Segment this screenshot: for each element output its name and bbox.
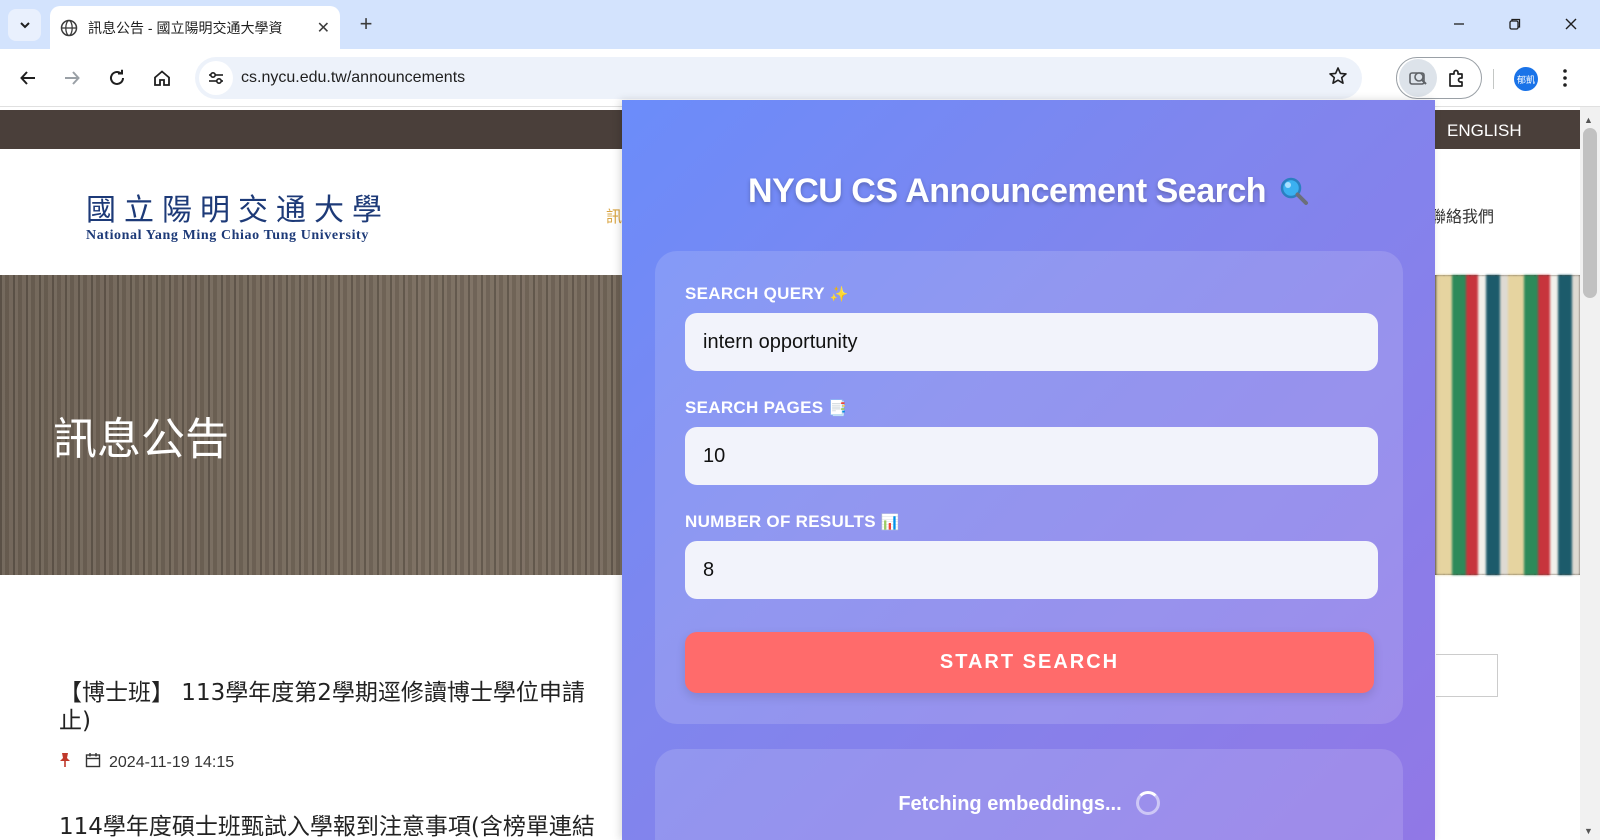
english-link[interactable]: ENGLISH bbox=[1447, 121, 1522, 141]
nav-item-partial[interactable]: 訊 bbox=[606, 203, 622, 227]
close-window-button[interactable] bbox=[1548, 8, 1594, 40]
status-message: Fetching embeddings... bbox=[655, 791, 1403, 816]
puzzle-icon bbox=[1449, 69, 1463, 87]
tab-strip: 訊息公告 - 國立陽明交通大學資 ✕ + bbox=[0, 0, 1600, 49]
status-card: Fetching embeddings... bbox=[655, 749, 1403, 840]
pin-icon bbox=[59, 752, 71, 773]
more-vertical-icon bbox=[1563, 69, 1567, 87]
announcement-title[interactable]: 【博士班】 113學年度第2學期逕修讀博士學位申請 止) bbox=[59, 679, 619, 735]
number-of-results-input[interactable] bbox=[685, 541, 1378, 599]
address-bar[interactable]: cs.nycu.edu.tw/announcements bbox=[195, 57, 1362, 99]
start-search-button[interactable]: START SEARCH bbox=[685, 632, 1374, 693]
active-tab[interactable]: 訊息公告 - 國立陽明交通大學資 ✕ bbox=[50, 6, 340, 49]
search-extension-button[interactable] bbox=[1399, 59, 1437, 97]
tune-icon bbox=[209, 71, 223, 85]
tab-title: 訊息公告 - 國立陽明交通大學資 bbox=[88, 19, 283, 36]
chevron-down-icon bbox=[19, 22, 30, 29]
scroll-down-arrow-icon[interactable]: ▼ bbox=[1584, 826, 1593, 836]
close-tab-icon[interactable]: ✕ bbox=[317, 18, 330, 38]
announcement-title[interactable]: 114學年度碩士班甄試入學報到注意事項(含榜單連結 bbox=[59, 807, 619, 840]
url-text[interactable]: cs.nycu.edu.tw/announcements bbox=[241, 69, 465, 87]
scrollbar-thumb[interactable] bbox=[1583, 128, 1597, 298]
site-search-input[interactable] bbox=[1436, 654, 1498, 697]
arrow-left-icon bbox=[20, 71, 35, 85]
home-icon bbox=[154, 70, 170, 86]
bar-chart-icon: 📊 bbox=[880, 513, 900, 531]
forward-button[interactable] bbox=[56, 62, 88, 94]
new-tab-button[interactable]: + bbox=[352, 10, 380, 38]
browser-menu-button[interactable] bbox=[1557, 66, 1573, 90]
loading-spinner-icon bbox=[1135, 791, 1160, 815]
announcement-meta: 2024-11-19 14:15 bbox=[59, 752, 234, 773]
bookmark-star-icon[interactable] bbox=[1328, 66, 1348, 91]
minimize-button[interactable] bbox=[1436, 8, 1482, 40]
back-button[interactable] bbox=[12, 62, 44, 94]
nav-item-contact[interactable]: 聯絡我們 bbox=[1430, 203, 1494, 227]
university-logo-chinese[interactable]: 國立陽明交通大學 bbox=[86, 185, 390, 229]
search-query-input[interactable] bbox=[685, 313, 1378, 371]
search-pages-label: SEARCH PAGES 📑 bbox=[685, 398, 848, 417]
popup-title: NYCU CS Announcement Search bbox=[622, 172, 1435, 211]
search-query-label: SEARCH QUERY ✨ bbox=[685, 284, 849, 303]
reload-button[interactable] bbox=[101, 62, 133, 94]
close-icon bbox=[1565, 18, 1577, 30]
globe-icon bbox=[60, 19, 78, 36]
home-button[interactable] bbox=[146, 62, 178, 94]
sparkles-icon: ✨ bbox=[829, 285, 849, 303]
number-of-results-label: NUMBER OF RESULTS 📊 bbox=[685, 512, 900, 531]
extensions-group bbox=[1396, 57, 1482, 99]
restore-button[interactable] bbox=[1492, 8, 1538, 40]
toolbar-divider bbox=[1493, 69, 1494, 89]
search-form-card: SEARCH QUERY ✨ SEARCH PAGES 📑 NUMBER OF … bbox=[655, 251, 1403, 724]
status-text: Fetching embeddings... bbox=[898, 793, 1122, 815]
extensions-button[interactable] bbox=[1437, 59, 1475, 97]
calendar-icon bbox=[85, 752, 101, 773]
browser-toolbar: cs.nycu.edu.tw/announcements 郁凱 bbox=[0, 49, 1600, 107]
reload-icon bbox=[110, 69, 124, 85]
document-icon: 📑 bbox=[828, 399, 848, 417]
restore-icon bbox=[1509, 18, 1521, 30]
site-info-button[interactable] bbox=[199, 61, 233, 95]
extension-popup: NYCU CS Announcement Search SEARCH QUERY… bbox=[622, 100, 1435, 840]
search-pages-input[interactable] bbox=[685, 427, 1378, 485]
tab-search-button[interactable] bbox=[8, 9, 41, 41]
profile-avatar[interactable]: 郁凱 bbox=[1514, 67, 1538, 91]
search-extension-icon bbox=[1409, 72, 1427, 85]
arrow-right-icon bbox=[65, 71, 80, 85]
hero-bookshelf-image bbox=[1436, 275, 1580, 575]
page-title: 訊息公告 bbox=[53, 414, 229, 465]
popup-title-text: NYCU CS Announcement Search bbox=[748, 172, 1267, 210]
minimize-icon bbox=[1454, 23, 1464, 25]
announcement-date: 2024-11-19 14:15 bbox=[109, 753, 235, 771]
scroll-up-arrow-icon[interactable]: ▲ bbox=[1584, 115, 1593, 125]
magnifier-icon bbox=[1280, 177, 1308, 205]
university-logo-english[interactable]: National Yang Ming Chiao Tung University bbox=[86, 228, 369, 244]
